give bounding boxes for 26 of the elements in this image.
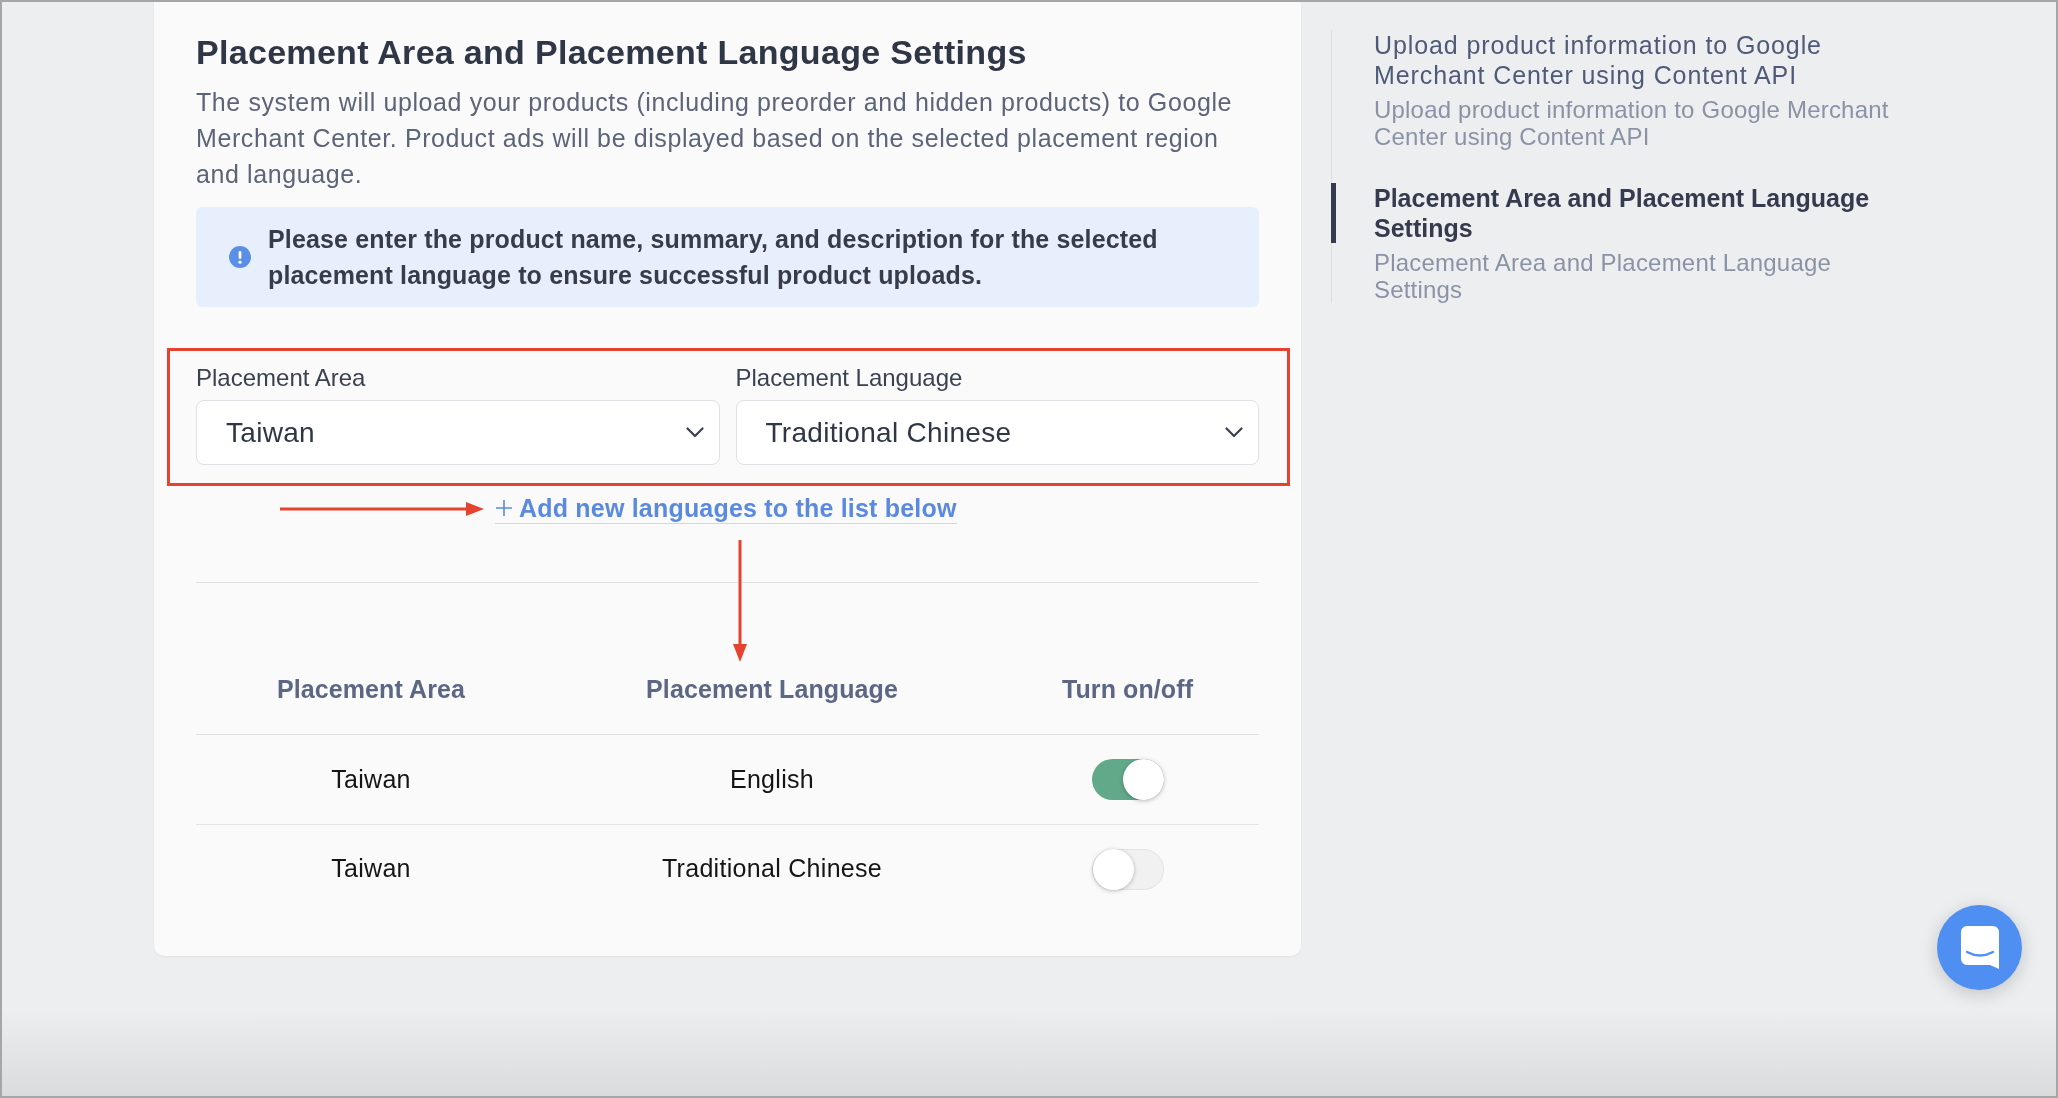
chevron-down-icon [685,427,704,438]
outline-subtitle: Upload product information to Google Merchant Center using Content API [1374,96,1890,150]
outline-link[interactable]: Upload product information to Google Merchant Center using Content API [1374,30,1904,90]
chat-bubble-icon [1960,926,1999,969]
column-header: Turn on/off [1060,673,1195,705]
section-title: Placement Area and Placement Language Settings [196,32,1028,72]
toggle-switch[interactable] [1091,848,1164,890]
chevron-down-icon [1225,427,1243,438]
table-cell-text: English [728,763,816,795]
outline-link[interactable]: Placement Area and Placement Language Settings [1374,183,1904,243]
notice-text: Please enter the product name, summary, and description for the selected placement language to ensure successful product uploads. [268,224,1159,291]
field-label: Placement Area [196,363,367,393]
select-field[interactable]: Traditional Chinese [735,400,1259,465]
info-icon [229,246,251,268]
table-cell-text: Traditional Chinese [660,853,884,885]
column-header: Placement Area [275,673,467,705]
select-field[interactable]: Taiwan [196,400,720,465]
table-cell-text: Taiwan [330,853,412,885]
toggle-switch[interactable] [1091,759,1164,800]
table-cell-text: Taiwan [330,763,412,795]
column-header: Placement Language [645,673,899,705]
field-label: Placement Language [735,363,964,393]
plus-icon [495,499,513,517]
section-description: The system will upload your products (including preorder and hidden products) to Google Merchant Center. Product ads will be displayed based on the selected placement region and language. [196,87,1234,190]
outline-subtitle: Placement Area and Placement Language Settings [1374,249,1833,303]
chat-button[interactable] [1937,905,2022,990]
